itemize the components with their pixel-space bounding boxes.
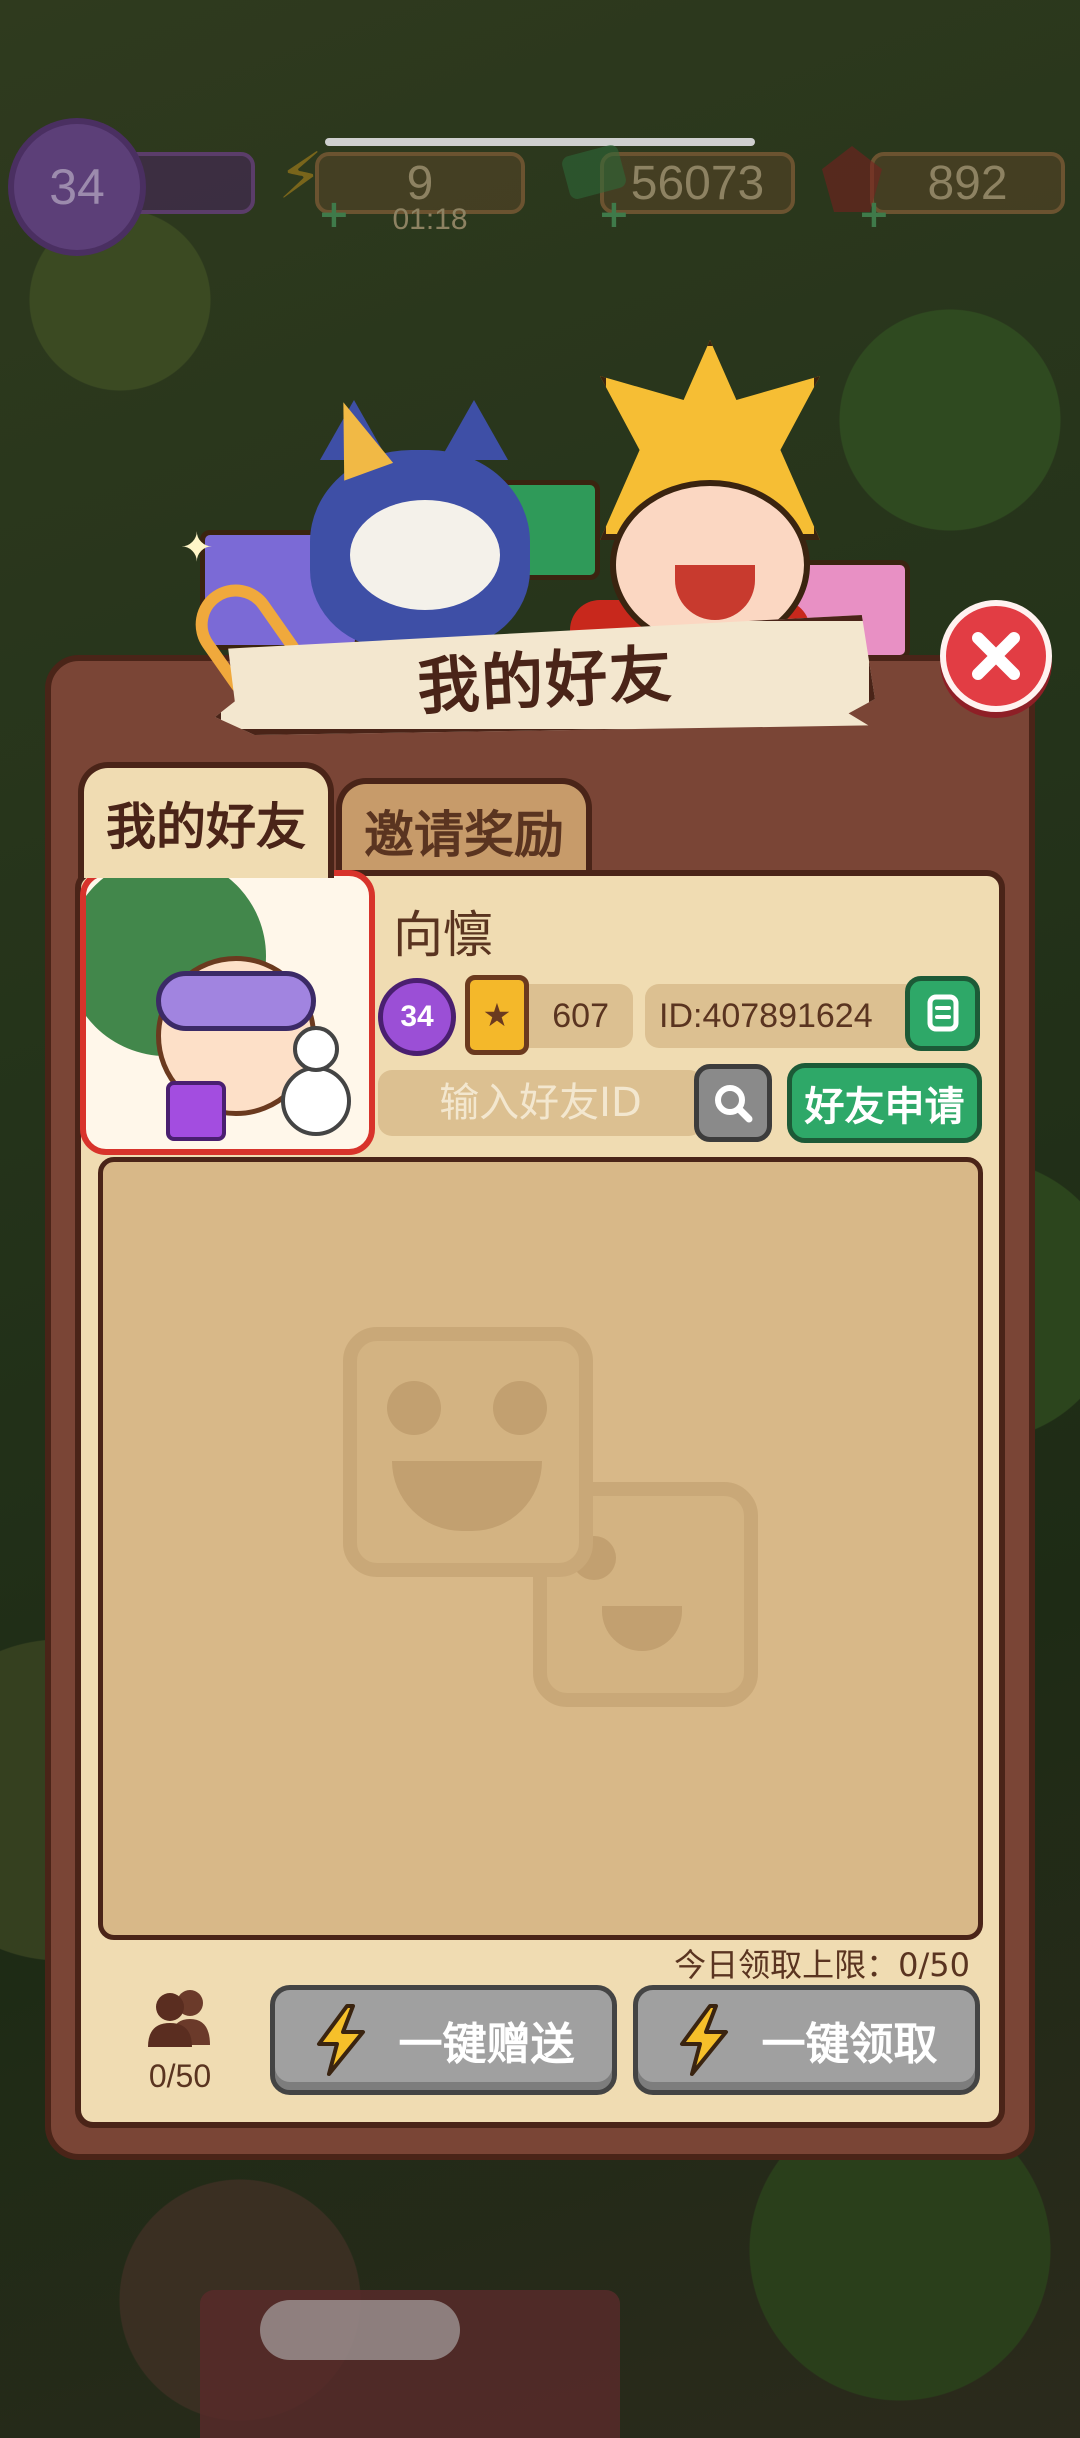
avatar[interactable] — [80, 870, 375, 1155]
dialog-characters-illustration: ✦ — [180, 330, 920, 680]
snowman-icon — [281, 1026, 351, 1136]
gift-icon — [166, 1081, 226, 1141]
search-icon — [715, 1085, 753, 1123]
star-card-icon: ★ — [465, 975, 529, 1055]
lightning-icon: ⚡ — [278, 140, 323, 214]
background-roof — [260, 2300, 460, 2360]
close-icon — [972, 632, 1020, 680]
cat-face — [350, 500, 500, 610]
gems-counter[interactable]: 892 — [870, 152, 1065, 214]
lightning-icon — [679, 2004, 728, 2076]
sparkle-icon: ✦ — [180, 525, 214, 571]
friend-list[interactable] — [98, 1157, 983, 1940]
friend-count: 0/50 — [148, 2058, 212, 2094]
send-all-label: 一键赠送 — [398, 2019, 575, 2070]
lightning-icon — [316, 2004, 365, 2076]
copy-icon — [927, 994, 958, 1031]
add-cash-icon[interactable]: + — [598, 192, 630, 236]
friend-request-button[interactable]: 好友申请 — [787, 1063, 982, 1143]
send-all-button[interactable]: 一键赠送 — [270, 1985, 617, 2095]
add-energy-icon[interactable]: + — [318, 192, 350, 236]
friends-icon — [148, 1990, 210, 2047]
cat-ear — [440, 400, 508, 460]
daily-claim-limit: 今日领取上限：0/50 — [674, 1946, 970, 1984]
friend-id-input[interactable] — [378, 1070, 703, 1136]
tab-invite-rewards[interactable]: 邀请奖励 — [336, 778, 592, 878]
add-gems-icon[interactable]: + — [858, 192, 890, 236]
close-button[interactable] — [940, 600, 1052, 712]
tab-my-friends[interactable]: 我的好友 — [78, 762, 334, 878]
ski-goggles — [156, 971, 316, 1031]
dialog-title: 我的好友 — [415, 637, 676, 724]
user-id: ID:407891624 — [645, 984, 930, 1048]
user-level-badge: 34 — [378, 978, 456, 1056]
home-indicator — [325, 138, 755, 146]
claim-all-label: 一键领取 — [761, 2019, 938, 2070]
player-level-badge: 34 — [14, 124, 140, 250]
user-name: 向懔 — [393, 906, 493, 964]
claim-all-button[interactable]: 一键领取 — [633, 1985, 980, 2095]
empty-state-face-icon — [343, 1327, 593, 1577]
energy-timer: 01:18 — [392, 203, 468, 236]
copy-id-button[interactable] — [905, 976, 980, 1051]
search-button[interactable] — [694, 1064, 772, 1142]
